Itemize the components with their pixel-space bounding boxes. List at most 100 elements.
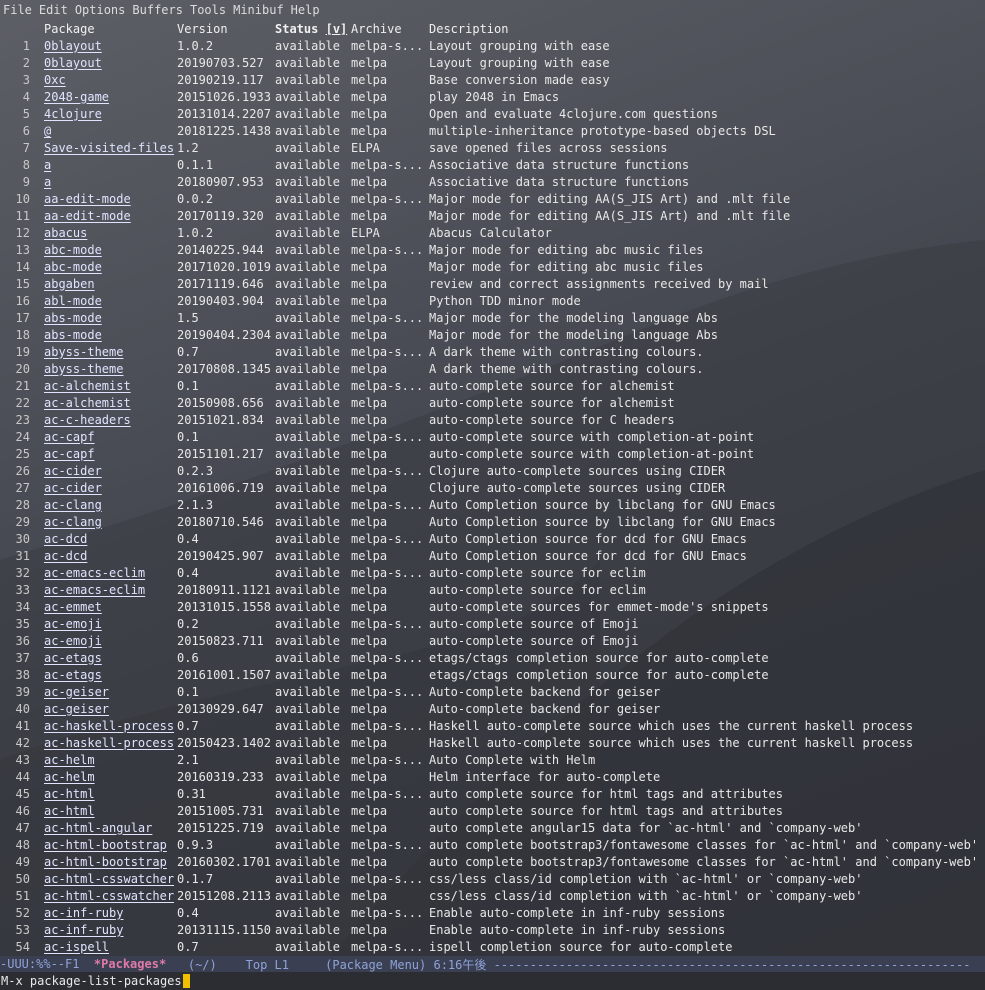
package-name-link[interactable]: ac-dcd [44,532,87,546]
table-row[interactable]: 10 aa-edit-mode 0.0.2 available melpa-s... Ma… [0,190,985,207]
table-row[interactable]: 12 abacus 1.0.2 available ELPA Abacus Calcula… [0,224,985,241]
package-name-link[interactable]: 4clojure [44,107,102,121]
menu-edit[interactable]: Edit [37,3,70,17]
table-row[interactable]: 45 ac-html 0.31 available melpa-s... auto com… [0,785,985,802]
table-row[interactable]: 52 ac-inf-ruby 0.4 available melpa-s... Enabl… [0,904,985,921]
package-name-link[interactable]: ac-capf [44,447,95,461]
package-name-link[interactable]: ac-clang [44,498,102,512]
table-row[interactable]: 32 ac-emacs-eclim 0.4 available melpa-s... au… [0,564,985,581]
package-name-link[interactable]: ac-html-angular [44,821,152,835]
table-row[interactable]: 9 a 20180907.953 available melpa Associative … [0,173,985,190]
table-row[interactable]: 51 ac-html-csswatcher 20151208.2113 availab… [0,887,985,904]
table-row[interactable]: 7 Save-visited-files 1.2 available ELPA save … [0,139,985,156]
table-row[interactable]: 33 ac-emacs-eclim 20180911.1121 available me… [0,581,985,598]
table-row[interactable]: 38 ac-etags 20161001.1507 available melpa eta… [0,666,985,683]
package-name-link[interactable]: ac-c-headers [44,413,131,427]
package-name-link[interactable]: ac-html-csswatcher [44,889,174,903]
table-row[interactable]: 43 ac-helm 2.1 available melpa-s... Auto Comp… [0,751,985,768]
table-row[interactable]: 34 ac-emmet 20131015.1558 available melpa aut… [0,598,985,615]
package-name-link[interactable]: ac-capf [44,430,95,444]
table-row[interactable]: 40 ac-geiser 20130929.647 available melpa Aut… [0,700,985,717]
package-name-link[interactable]: ac-emoji [44,634,102,648]
table-row[interactable]: 15 abgaben 20171119.646 available melpa revie… [0,275,985,292]
table-row[interactable]: 41 ac-haskell-process 0.7 available melpa-s.… [0,717,985,734]
package-name-link[interactable]: abyss-theme [44,345,123,359]
package-name-link[interactable]: ac-haskell-process [44,719,174,733]
table-row[interactable]: 50 ac-html-csswatcher 0.1.7 available melpa-… [0,870,985,887]
package-name-link[interactable]: abyss-theme [44,362,123,376]
table-row[interactable]: 8 a 0.1.1 available melpa-s... Associative da… [0,156,985,173]
mode-line-buffer-name[interactable]: *Packages* [94,957,166,971]
table-row[interactable]: 27 ac-cider 20161006.719 available melpa Cloj… [0,479,985,496]
table-row[interactable]: 49 ac-html-bootstrap 20160302.1701 availabl… [0,853,985,870]
package-name-link[interactable]: ac-alchemist [44,396,131,410]
package-name-link[interactable]: ac-etags [44,668,102,682]
column-package[interactable]: Package [44,22,95,36]
package-name-link[interactable]: Save-visited-files [44,141,174,155]
package-name-link[interactable]: ac-inf-ruby [44,906,123,920]
table-row[interactable]: 21 ac-alchemist 0.1 available melpa-s... auto… [0,377,985,394]
table-row[interactable]: 26 ac-cider 0.2.3 available melpa-s... Clojur… [0,462,985,479]
minibuffer[interactable]: M-x package-list-packages [0,972,985,990]
menu-help[interactable]: Help [289,3,322,17]
package-name-link[interactable]: ac-html [44,787,95,801]
menu-tools[interactable]: Tools [188,3,228,17]
table-row[interactable]: 1 0blayout 1.0.2 available melpa-s... Layout … [0,37,985,54]
package-name-link[interactable]: ac-cider [44,481,102,495]
table-row[interactable]: 31 ac-dcd 20190425.907 available melpa Auto C… [0,547,985,564]
table-row[interactable]: 53 ac-inf-ruby 20131115.1150 available melpa… [0,921,985,938]
package-name-link[interactable]: ac-clang [44,515,102,529]
table-row[interactable]: 2 0blayout 20190703.527 available melpa Layou… [0,54,985,71]
package-name-link[interactable]: abc-mode [44,243,102,257]
package-name-link[interactable]: @ [44,124,51,138]
package-name-link[interactable]: ac-emacs-eclim [44,566,145,580]
package-name-link[interactable]: ac-html-csswatcher [44,872,174,886]
table-row[interactable]: 29 ac-clang 20180710.546 available melpa Auto… [0,513,985,530]
package-name-link[interactable]: ac-geiser [44,702,109,716]
table-row[interactable]: 42 ac-haskell-process 20150423.1402 availab… [0,734,985,751]
table-row[interactable]: 36 ac-emoji 20150823.711 available melpa auto… [0,632,985,649]
table-row[interactable]: 3 0xc 20190219.117 available melpa Base conve… [0,71,985,88]
menu-minibuf[interactable]: Minibuf [231,3,286,17]
column-description[interactable]: Description [429,22,508,36]
table-row[interactable]: 47 ac-html-angular 20151225.719 available me… [0,819,985,836]
package-name-link[interactable]: ac-emacs-eclim [44,583,145,597]
table-row[interactable]: 24 ac-capf 0.1 available melpa-s... auto-comp… [0,428,985,445]
package-name-link[interactable]: ac-html [44,804,95,818]
table-row[interactable]: 13 abc-mode 20140225.944 available melpa-s..… [0,241,985,258]
table-row[interactable]: 35 ac-emoji 0.2 available melpa-s... auto-com… [0,615,985,632]
package-name-link[interactable]: abl-mode [44,294,102,308]
package-name-link[interactable]: abc-mode [44,260,102,274]
table-row[interactable]: 46 ac-html 20151005.731 available melpa auto … [0,802,985,819]
table-row[interactable]: 5 4clojure 20131014.2207 available melpa Open… [0,105,985,122]
table-row[interactable]: 11 aa-edit-mode 20170119.320 available melpa… [0,207,985,224]
package-name-link[interactable]: a [44,175,51,189]
package-name-link[interactable]: aa-edit-mode [44,192,131,206]
package-name-link[interactable]: ac-helm [44,753,95,767]
package-name-link[interactable]: ac-etags [44,651,102,665]
table-row[interactable]: 4 2048-game 20151026.1933 available melpa pla… [0,88,985,105]
table-row[interactable]: 44 ac-helm 20160319.233 available melpa Helm … [0,768,985,785]
package-name-link[interactable]: abacus [44,226,87,240]
package-name-link[interactable]: abs-mode [44,311,102,325]
table-row[interactable]: 23 ac-c-headers 20151021.834 available melpa… [0,411,985,428]
package-name-link[interactable]: a [44,158,51,172]
package-name-link[interactable]: ac-html-bootstrap [44,838,167,852]
table-row[interactable]: 48 ac-html-bootstrap 0.9.3 available melpa-s… [0,836,985,853]
package-name-link[interactable]: 2048-game [44,90,109,104]
table-row[interactable]: 37 ac-etags 0.6 available melpa-s... etags/ct… [0,649,985,666]
table-row[interactable]: 6 @20181225.1438 available melpa multiple-in… [0,122,985,139]
table-row[interactable]: 22 ac-alchemist 20150908.656 available melpa… [0,394,985,411]
package-name-link[interactable]: ac-helm [44,770,95,784]
package-name-link[interactable]: ac-cider [44,464,102,478]
package-name-link[interactable]: 0blayout [44,56,102,70]
package-name-link[interactable]: ac-ispell [44,940,109,954]
column-status[interactable]: Status [v] [275,22,347,36]
package-name-link[interactable]: ac-emmet [44,600,102,614]
table-row[interactable]: 18 abs-mode 20190404.2304 available melpa Maj… [0,326,985,343]
table-row[interactable]: 30 ac-dcd 0.4 available melpa-s... Auto Compl… [0,530,985,547]
package-name-link[interactable]: ac-alchemist [44,379,131,393]
table-row[interactable]: 54 ac-ispell 0.7 available melpa-s... ispell … [0,938,985,955]
table-row[interactable]: 19 abyss-theme 0.7 available melpa-s... A dar… [0,343,985,360]
package-name-link[interactable]: 0blayout [44,39,102,53]
